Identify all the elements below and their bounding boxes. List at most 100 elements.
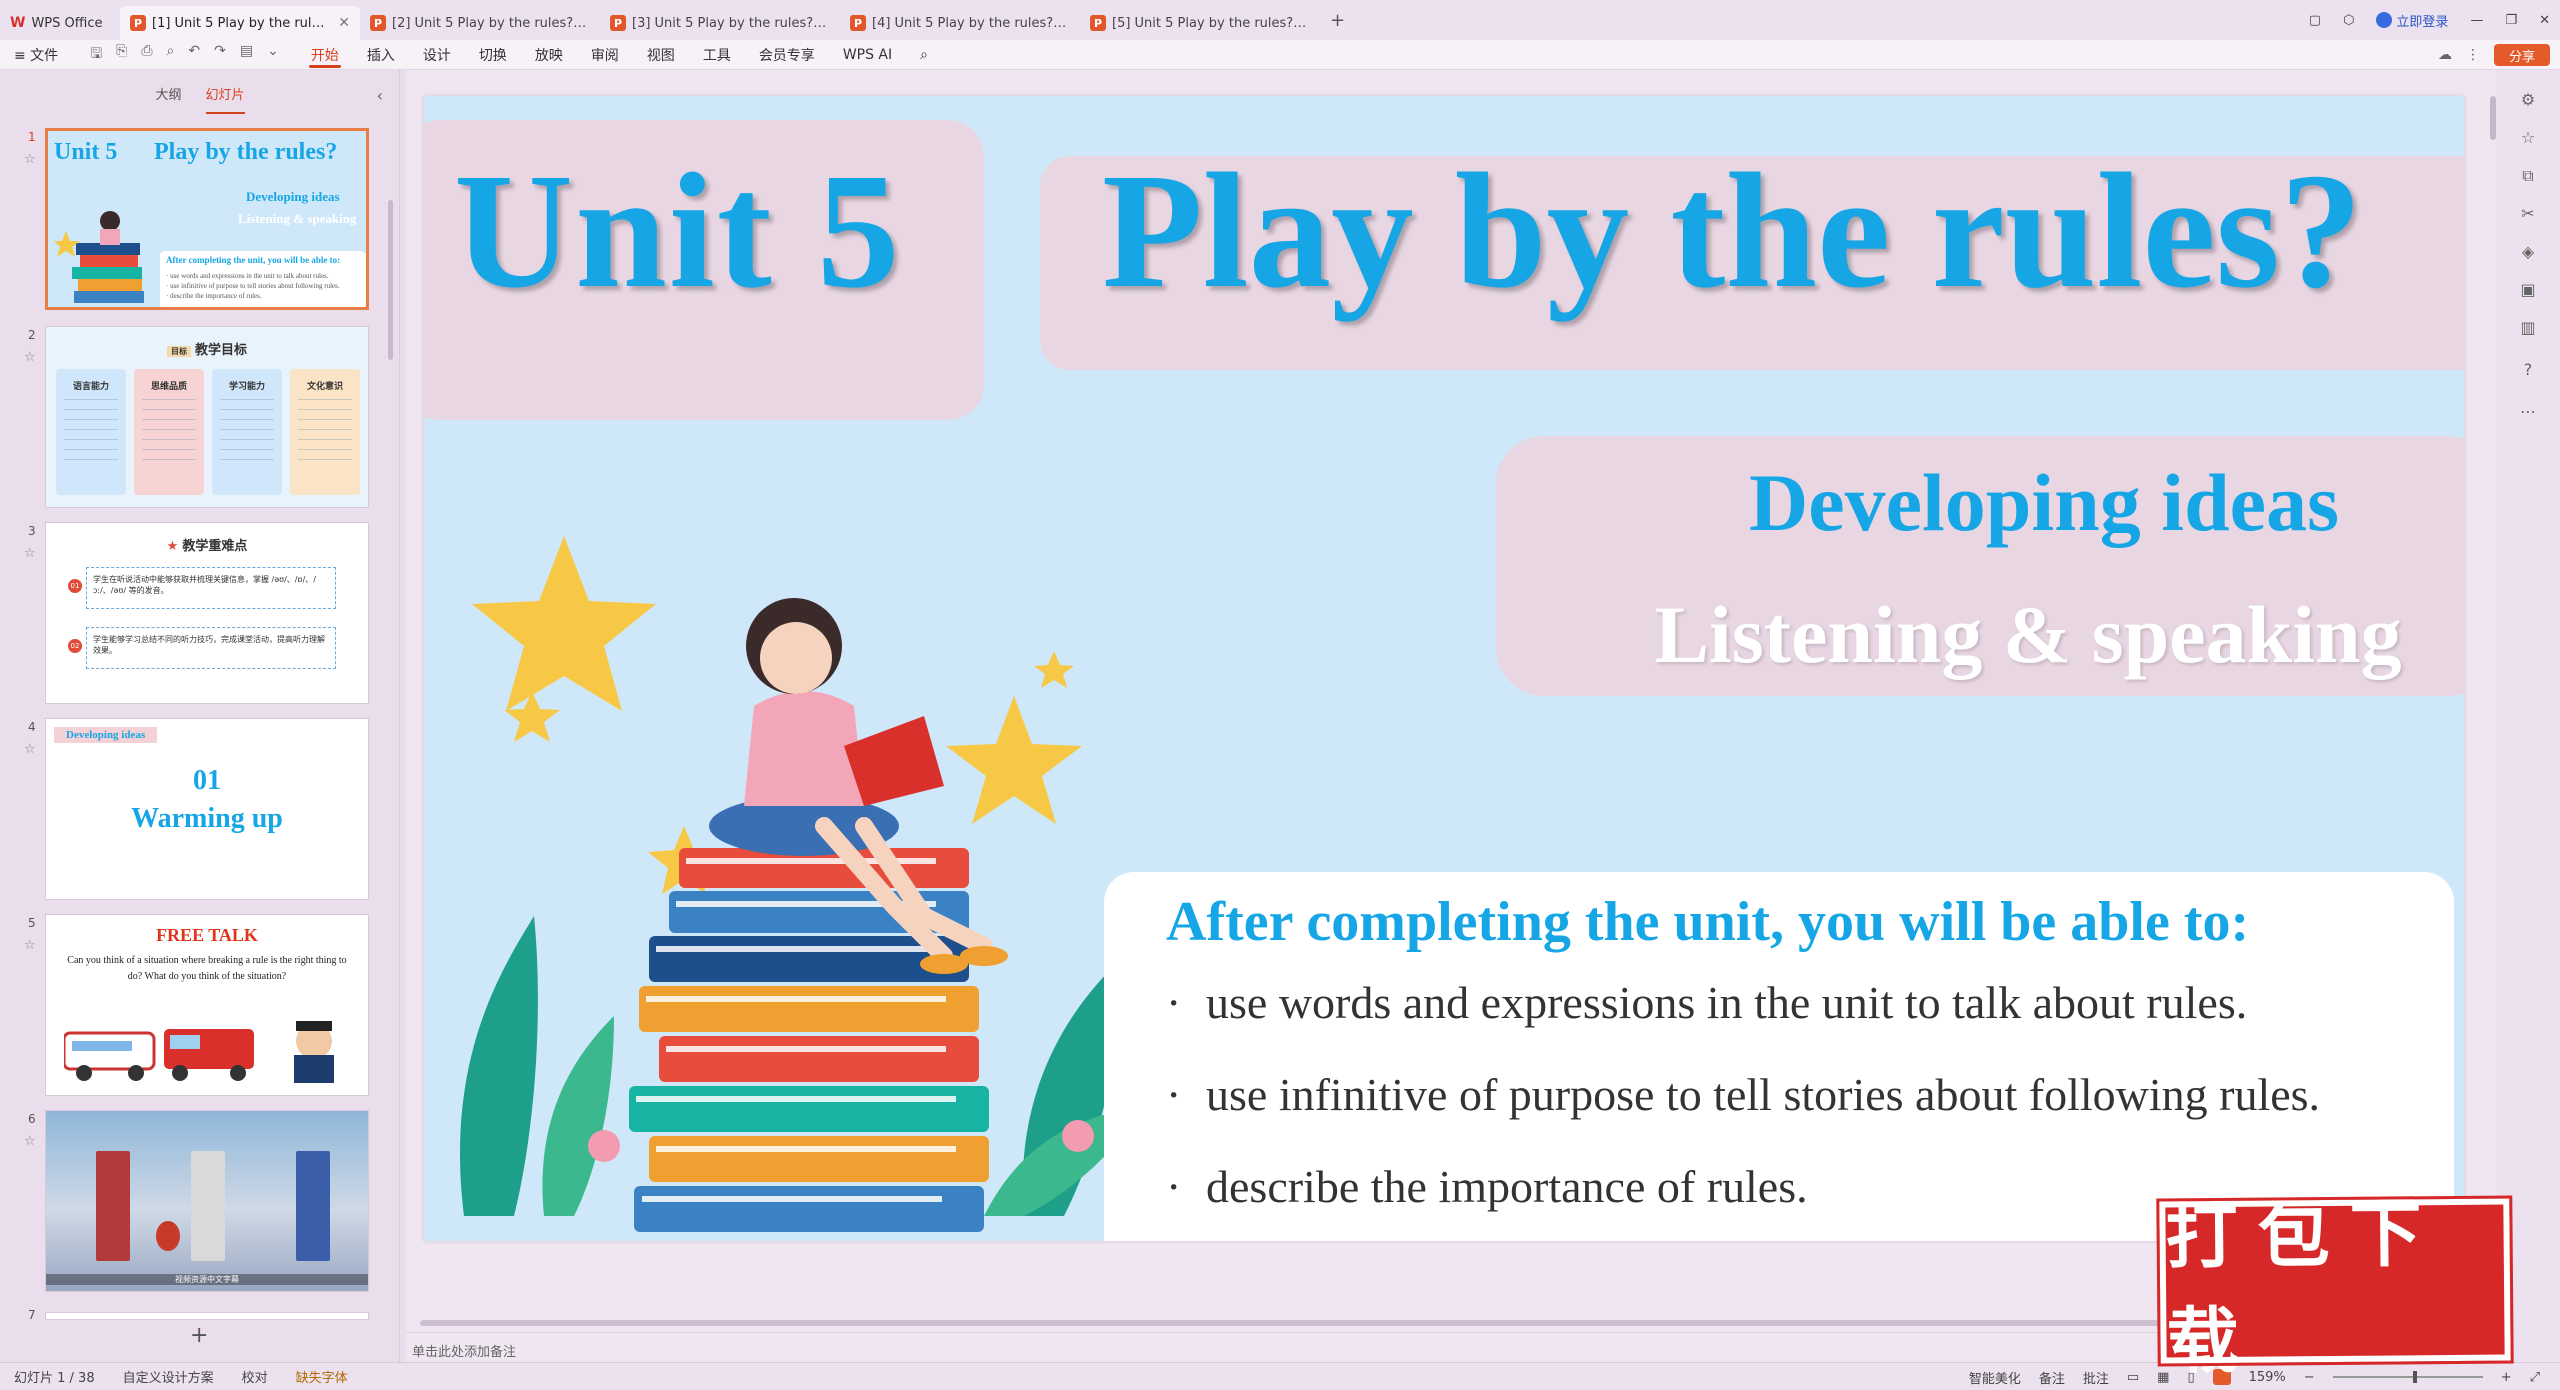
- thumbnail-scrollbar[interactable]: [388, 200, 393, 360]
- minimize-icon[interactable]: —: [2470, 13, 2483, 28]
- tab-document-3[interactable]: P [3] Unit 5 Play by the rules? Und: [600, 6, 840, 40]
- right-sidebar: ⚙ ☆ ⧉ ✂ ◈ ▣ ▥ ? ⋯: [2496, 70, 2560, 1362]
- tab-label: [1] Unit 5 Play by the rules?: [152, 15, 333, 31]
- slide-thumbnail-6[interactable]: 视频资源中文字幕: [45, 1110, 369, 1292]
- tab-outline[interactable]: 大纲: [155, 84, 181, 110]
- tab-slideshow[interactable]: 放映: [521, 40, 577, 70]
- tab-slides[interactable]: 幻灯片: [205, 84, 245, 114]
- slide-title[interactable]: Play by the rules?: [1102, 136, 2362, 326]
- thumbnail-row-3[interactable]: 3 ☆ ★ 教学重难点 01 学生在听说活动中能够获取并梳理关键信息，掌握 /əʊ…: [0, 522, 390, 712]
- more-icon[interactable]: ⋮: [2466, 47, 2480, 63]
- redo-icon[interactable]: ↷: [214, 43, 226, 67]
- tab-wps-ai[interactable]: WPS AI: [829, 40, 906, 70]
- star-icon[interactable]: ☆: [24, 938, 36, 953]
- restore-icon[interactable]: ❐: [2505, 13, 2517, 28]
- tab-document-1[interactable]: P [1] Unit 5 Play by the rules? ✕: [120, 6, 360, 40]
- slide-thumbnail-2[interactable]: 目标 教学目标 语言能力 思维品质 学习能力 文化意识: [45, 326, 369, 508]
- slide-thumbnail-7[interactable]: [45, 1312, 369, 1320]
- star-icon[interactable]: ☆: [24, 742, 36, 757]
- thumb-tag: Developing ideas: [54, 727, 158, 743]
- thumb-title: FREE TALK: [156, 925, 258, 945]
- design-scheme-button[interactable]: 自定义设计方案: [109, 1367, 228, 1386]
- horizontal-scrollbar[interactable]: [420, 1320, 2160, 1326]
- bullet-icon: ·: [1166, 977, 1182, 1028]
- shape-icon[interactable]: ◈: [2518, 242, 2538, 262]
- slide-thumbnail-3[interactable]: ★ 教学重难点 01 学生在听说活动中能够获取并梳理关键信息，掌握 /əʊ/、/ɒ…: [45, 522, 369, 704]
- tab-home[interactable]: 开始: [297, 40, 353, 70]
- search-icon[interactable]: ⌕: [906, 40, 942, 70]
- image-icon[interactable]: ▣: [2518, 280, 2538, 300]
- star-icon[interactable]: ☆: [24, 546, 36, 561]
- tab-design[interactable]: 设计: [409, 40, 465, 70]
- thumbnail-row-2[interactable]: 2 ☆ 目标 教学目标 语言能力 思维品质 学习能力 文化意识: [0, 326, 390, 516]
- tools-icon[interactable]: ✂: [2518, 204, 2538, 224]
- thumbnail-row-1[interactable]: 1 ☆ Unit 5 Play by the rules? Developing…: [0, 128, 390, 318]
- tab-review[interactable]: 审阅: [577, 40, 633, 70]
- thumbnail-row-6[interactable]: 6 ☆ 视频资源中文字幕: [0, 1110, 390, 1300]
- tab-view[interactable]: 视图: [633, 40, 689, 70]
- download-stamp: 打包下载: [2156, 1192, 2514, 1383]
- fit-window-icon[interactable]: ⤢: [2530, 1370, 2540, 1385]
- thumbnail-row-4[interactable]: 4 ☆ Developing ideas 01 Warming up: [0, 718, 390, 908]
- export-icon[interactable]: ⎘: [116, 43, 127, 67]
- thumbnail-row-5[interactable]: 5 ☆ FREE TALK Can you think of a situati…: [0, 914, 390, 1104]
- slide-subtitle[interactable]: Developing ideas: [1674, 456, 2414, 550]
- format-painter-icon[interactable]: ▤: [240, 43, 253, 67]
- normal-view-icon[interactable]: ▭: [2127, 1370, 2139, 1385]
- slide-thumbnail-5[interactable]: FREE TALK Can you think of a situation w…: [45, 914, 369, 1096]
- login-button[interactable]: 立即登录: [2376, 11, 2448, 30]
- save-icon[interactable]: 🖫: [90, 43, 102, 67]
- beautify-button[interactable]: 智能美化: [1969, 1368, 2021, 1387]
- slide-number: 1: [28, 130, 36, 144]
- print-icon[interactable]: ⎙: [141, 43, 152, 67]
- slide-thumbnail-4[interactable]: Developing ideas 01 Warming up: [45, 718, 369, 900]
- tab-tools[interactable]: 工具: [689, 40, 745, 70]
- tab-document-2[interactable]: P [2] Unit 5 Play by the rules? Dev: [360, 6, 600, 40]
- preview-icon[interactable]: ⌕: [167, 43, 175, 67]
- apps-icon[interactable]: ⬡: [2343, 13, 2354, 28]
- objective-item-2[interactable]: · use infinitive of purpose to tell stori…: [1166, 1068, 2320, 1121]
- star-icon[interactable]: ☆: [24, 1134, 36, 1149]
- share-button[interactable]: 分享: [2494, 44, 2550, 66]
- star-icon[interactable]: ☆: [24, 350, 36, 365]
- tab-insert[interactable]: 插入: [353, 40, 409, 70]
- tab-document-5[interactable]: P [5] Unit 5 Play by the rules? Pre: [1080, 6, 1320, 40]
- help-icon[interactable]: ?: [2518, 360, 2538, 380]
- objective-item-3[interactable]: · describe the importance of rules.: [1166, 1160, 1808, 1213]
- close-icon[interactable]: ✕: [338, 15, 350, 31]
- undo-icon[interactable]: ↶: [188, 43, 200, 67]
- bullet-icon: ·: [1166, 1161, 1182, 1212]
- thumb-column: 语言能力: [56, 369, 126, 495]
- notes-button[interactable]: 备注: [2039, 1368, 2065, 1387]
- file-menu[interactable]: ≡ 文件: [0, 40, 72, 70]
- copy-icon[interactable]: ⧉: [2518, 166, 2538, 186]
- missing-font-button[interactable]: 缺失字体: [282, 1367, 362, 1386]
- book-icon[interactable]: ▥: [2518, 318, 2538, 338]
- star-icon[interactable]: ☆: [2518, 128, 2538, 148]
- slide-thumbnail-1[interactable]: Unit 5 Play by the rules? Developing ide…: [45, 128, 369, 310]
- star-icon[interactable]: ☆: [24, 152, 36, 167]
- comments-button[interactable]: 批注: [2083, 1368, 2109, 1387]
- window-layout-icon[interactable]: ▢: [2309, 13, 2321, 28]
- current-slide[interactable]: Unit 5 Play by the rules? Developing ide…: [424, 96, 2464, 1241]
- tab-document-4[interactable]: P [4] Unit 5 Play by the rules? Und: [840, 6, 1080, 40]
- objectives-title[interactable]: After completing the unit, you will be a…: [1166, 890, 2249, 954]
- tab-wps-office[interactable]: W WPS Office: [0, 6, 120, 40]
- slide-subtitle-2[interactable]: Listening & speaking: [1608, 588, 2448, 682]
- collapse-panel-icon[interactable]: ‹: [377, 86, 383, 105]
- close-window-icon[interactable]: ✕: [2539, 13, 2550, 28]
- proofread-button[interactable]: 校对: [228, 1367, 282, 1386]
- more-icon[interactable]: ⋯: [2518, 402, 2538, 422]
- cloud-sync-icon[interactable]: ☁: [2438, 47, 2452, 63]
- new-tab-button[interactable]: +: [1320, 10, 1355, 31]
- tab-transitions[interactable]: 切换: [465, 40, 521, 70]
- settings-icon[interactable]: ⚙: [2518, 90, 2538, 110]
- unit-heading[interactable]: Unit 5: [454, 136, 901, 326]
- objective-item-1[interactable]: · use words and expressions in the unit t…: [1166, 976, 2247, 1029]
- thumb-title: ★ 教学重难点: [46, 535, 368, 554]
- tab-member[interactable]: 会员专享: [745, 40, 829, 70]
- thumbnail-row-7[interactable]: 7: [0, 1306, 390, 1320]
- add-slide-button[interactable]: +: [190, 1323, 208, 1348]
- chevron-down-icon[interactable]: ⌄: [267, 43, 279, 67]
- tab-label: [4] Unit 5 Play by the rules? Und: [872, 15, 1070, 31]
